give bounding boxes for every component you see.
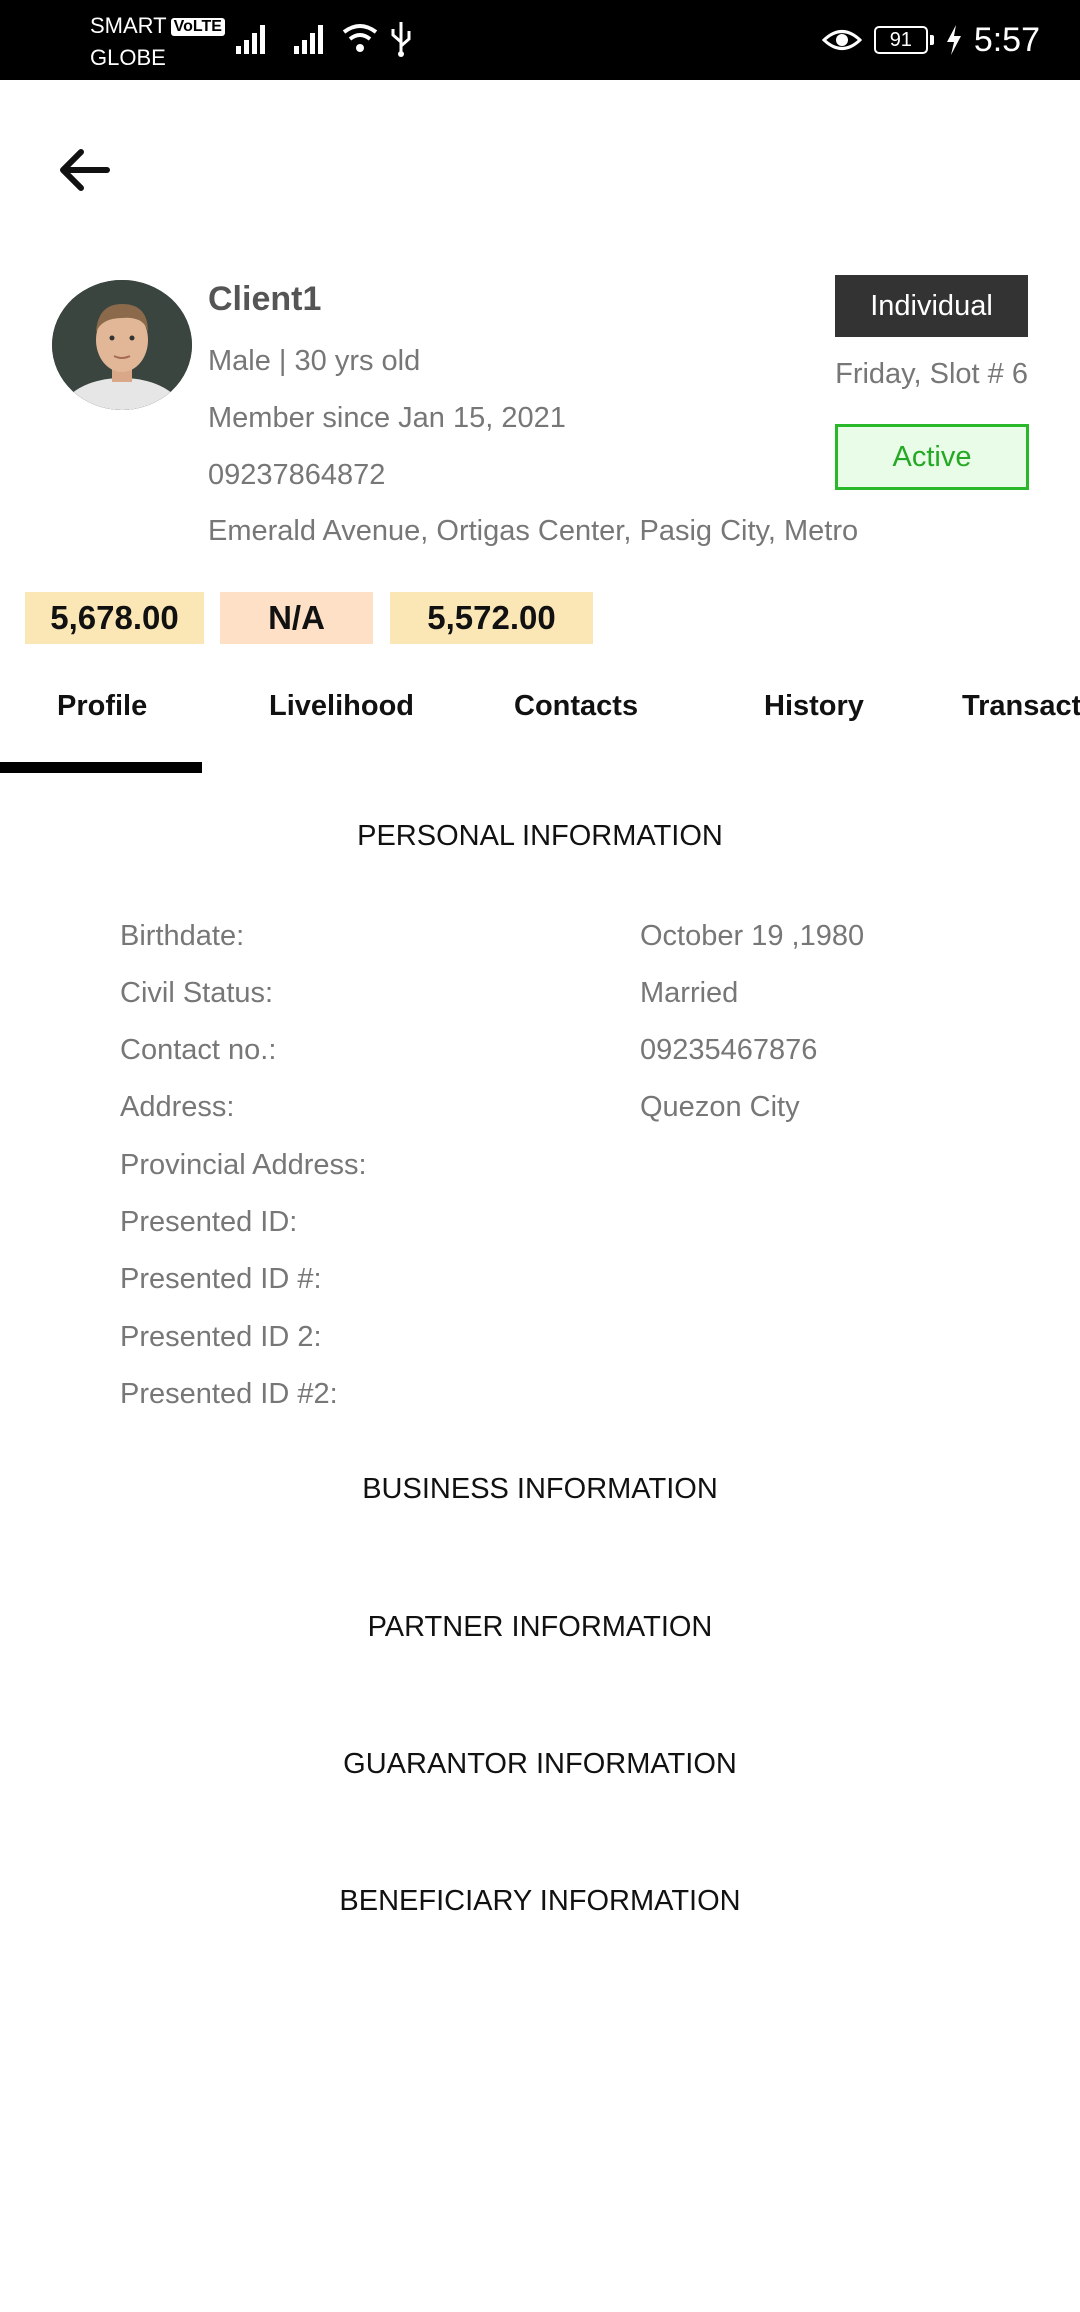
presented-id-number-label: Presented ID #:	[120, 1263, 322, 1295]
carrier-1: SMART	[90, 13, 167, 38]
battery-indicator: 91	[873, 26, 934, 54]
presented-id-label: Presented ID:	[120, 1206, 298, 1238]
birthdate-value: October 19 ,1980	[640, 920, 865, 952]
usb-icon	[391, 22, 411, 57]
status-right: 91 5:57	[821, 14, 1040, 66]
client-type-badge: Individual	[835, 275, 1028, 337]
signal-2-icon	[294, 25, 323, 54]
tab-transactions-clip: Transactions	[962, 690, 1080, 740]
client-name: Client1	[208, 280, 322, 318]
amount-2: N/A	[220, 592, 373, 644]
eye-comfort-icon	[821, 30, 862, 50]
personal-information-title: PERSONAL INFORMATION	[357, 820, 723, 852]
tab-history[interactable]: History	[764, 690, 864, 740]
client-address: Emerald Avenue, Ortigas Center, Pasig Ci…	[208, 515, 858, 547]
carrier-info: SMART VoLTE GLOBE	[90, 10, 225, 74]
active-tab-indicator	[0, 762, 202, 773]
civil-status-label: Civil Status:	[120, 977, 274, 1009]
back-button[interactable]	[55, 140, 125, 200]
member-since: Member since Jan 15, 2021	[208, 402, 566, 434]
birthdate-label: Birthdate:	[120, 920, 245, 952]
business-information-title[interactable]: BUSINESS INFORMATION	[0, 1473, 1080, 1506]
presented-id-2-label: Presented ID 2:	[120, 1321, 322, 1353]
gender-age: Male | 30 yrs old	[208, 345, 421, 377]
avatar	[52, 280, 192, 410]
address-value: Quezon City	[640, 1091, 800, 1123]
carrier-2: GLOBE	[90, 45, 166, 70]
signal-icon	[236, 25, 265, 54]
charging-icon	[946, 25, 961, 55]
client-photo	[52, 280, 192, 410]
contact-no-value: 09235467876	[640, 1034, 818, 1066]
provincial-address-label: Provincial Address:	[120, 1149, 367, 1181]
status-bar: SMART VoLTE GLOBE 91 5:57	[0, 0, 1080, 80]
volte-badge: VoLTE	[170, 18, 225, 36]
contact-no-label: Contact no.:	[120, 1034, 277, 1066]
partner-information-title[interactable]: PARTNER INFORMATION	[0, 1611, 1080, 1644]
tab-profile[interactable]: Profile	[57, 690, 147, 740]
arrow-left-icon	[60, 149, 110, 191]
battery-level: 91	[873, 26, 928, 54]
address-label: Address:	[120, 1091, 235, 1123]
tab-contacts[interactable]: Contacts	[514, 690, 638, 740]
status-badge: Active	[835, 424, 1029, 490]
wifi-icon	[342, 24, 378, 52]
tab-transactions[interactable]: Transactions	[962, 690, 1080, 740]
presented-id-number-2-label: Presented ID #2:	[120, 1378, 338, 1410]
amount-3: 5,572.00	[390, 592, 593, 644]
civil-status-value: Married	[640, 977, 739, 1009]
amount-1: 5,678.00	[25, 592, 204, 644]
beneficiary-information-title[interactable]: BENEFICIARY INFORMATION	[0, 1885, 1080, 1918]
clock: 5:57	[973, 20, 1040, 59]
client-phone: 09237864872	[208, 459, 386, 491]
tab-livelihood[interactable]: Livelihood	[269, 690, 414, 740]
guarantor-information-title[interactable]: GUARANTOR INFORMATION	[0, 1748, 1080, 1781]
meeting-slot: Friday, Slot # 6	[835, 358, 1028, 390]
